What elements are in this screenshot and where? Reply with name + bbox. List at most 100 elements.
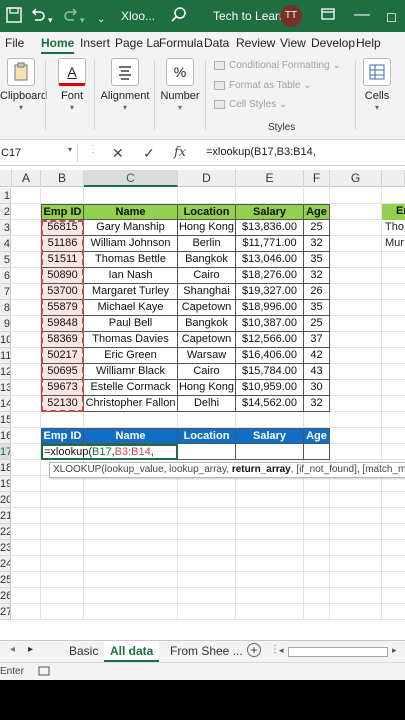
column-header-overflow[interactable] [382,170,405,187]
row-header-17[interactable]: 17 [0,444,11,460]
chevron-down-icon[interactable]: ▾ [68,145,72,154]
drag-handle-icon[interactable]: ⋮ [88,144,98,155]
table-cell[interactable]: 50217 [41,348,84,364]
table-cell[interactable]: Williamr Black [84,364,178,380]
side-table-cell[interactable]: Tho [385,221,404,233]
side-table-header[interactable]: Em [382,204,405,220]
table-cell[interactable]: $13,836.00 [236,220,304,236]
column-header-g[interactable]: G [330,170,382,187]
name-box[interactable]: C17 [0,144,78,162]
table-cell[interactable]: $15,784.00 [236,364,304,380]
table-cell[interactable]: 59673 [41,380,84,396]
avatar[interactable]: TT [280,5,302,27]
horizontal-scrollbar[interactable] [288,647,388,657]
lookup-result-cell[interactable] [178,444,236,460]
column-header-e[interactable]: E [236,170,304,187]
table-cell[interactable]: Thomas Bettle [84,252,178,268]
table-cell[interactable]: Shanghai [178,284,236,300]
table-cell[interactable]: 32 [304,268,330,284]
table-cell[interactable]: 43 [304,364,330,380]
row-header-20[interactable]: 20 [0,492,11,508]
table-cell[interactable]: Michael Kaye [84,300,178,316]
table-cell[interactable]: 32 [304,236,330,252]
table-cell[interactable]: 37 [304,332,330,348]
table-cell[interactable]: Bangkok [178,252,236,268]
select-all-corner[interactable] [0,170,12,187]
table-header-cell[interactable]: Location [178,204,236,220]
table-cell[interactable]: $19,327.00 [236,284,304,300]
table-cell[interactable]: $10,959.00 [236,380,304,396]
tab-file[interactable]: File [5,36,24,50]
active-cell-editor[interactable]: =xlookup(B17,B3:B14, [41,444,178,460]
table-cell[interactable]: 25 [304,316,330,332]
table-cell[interactable]: $11,771.00 [236,236,304,252]
tab-help[interactable]: Help [356,36,381,50]
hscroll-left-icon[interactable]: ◂ [279,645,284,656]
tab-formulas[interactable]: Formula [159,36,203,50]
table-cell[interactable]: 50695 [41,364,84,380]
row-header-3[interactable]: 3 [0,220,11,236]
table-cell[interactable]: 53700 [41,284,84,300]
table-cell[interactable]: $18,996.00 [236,300,304,316]
table-cell[interactable]: 35 [304,300,330,316]
table-cell[interactable]: Cairo [178,364,236,380]
table-header-cell[interactable]: Age [304,204,330,220]
row-header-24[interactable]: 24 [0,556,11,572]
cell-styles-button[interactable]: Cell Styles ⌄ [214,99,287,110]
row-header-8[interactable]: 8 [0,300,11,316]
table-cell[interactable]: Warsaw [178,348,236,364]
row-header-12[interactable]: 12 [0,364,11,380]
row-header-25[interactable]: 25 [0,572,11,588]
lookup-header-cell[interactable]: Age [304,428,330,444]
row-header-1[interactable]: 1 [0,188,11,204]
cancel-icon[interactable]: ✕ [112,144,124,162]
chevron-down-icon[interactable]: ⌄ [97,10,105,30]
table-cell[interactable]: 58369 [41,332,84,348]
lookup-header-cell[interactable]: Salary [236,428,304,444]
side-table-cell[interactable]: Mur [385,237,404,249]
enter-check-icon[interactable]: ✓ [143,144,155,162]
tab-data[interactable]: Data [204,36,229,50]
row-header-5[interactable]: 5 [0,252,11,268]
function-tooltip[interactable]: XLOOKUP(lookup_value, lookup_array, retu… [49,462,405,478]
table-cell[interactable]: 26 [304,284,330,300]
table-cell[interactable]: 30 [304,380,330,396]
table-cell[interactable]: 32 [304,396,330,412]
tab-developer[interactable]: Develop [311,36,355,50]
table-cell[interactable]: William Johnson [84,236,178,252]
undo-icon[interactable] [29,6,47,30]
table-header-cell[interactable]: Salary [236,204,304,220]
table-cell[interactable]: Delhi [178,396,236,412]
table-cell[interactable]: Christopher Fallon [84,396,178,412]
table-cell[interactable]: $14,562.00 [236,396,304,412]
number-group[interactable]: % Number ▾ [159,58,201,112]
column-header-b[interactable]: B [41,170,84,187]
table-cell[interactable]: $13,046.00 [236,252,304,268]
sheet-tab-all-data[interactable]: All data [104,641,160,662]
table-cell[interactable]: 56815 [41,220,84,236]
insert-function-icon[interactable]: fx [174,144,186,162]
account-name[interactable]: Tech to Learn [213,9,286,23]
alignment-group[interactable]: Alignment ▾ [99,58,151,112]
sheet-tab-basic[interactable]: Basic [69,644,98,658]
table-cell[interactable]: Gary Manship [84,220,178,236]
table-cell[interactable]: Paul Bell [84,316,178,332]
column-header-a[interactable]: A [12,170,41,187]
redo-dropdown-icon[interactable]: ▾ [80,10,85,30]
tab-home[interactable]: Home [41,36,75,55]
table-cell[interactable]: Capetown [178,332,236,348]
table-cell[interactable]: 59848 [41,316,84,332]
table-cell[interactable]: $12,566.00 [236,332,304,348]
table-header-cell[interactable]: Emp ID [41,204,84,220]
cells-group[interactable]: Cells ▾ [362,58,392,112]
table-cell[interactable]: 52130 [41,396,84,412]
table-cell[interactable]: 35 [304,252,330,268]
row-header-9[interactable]: 9 [0,316,11,332]
redo-icon[interactable] [62,6,80,30]
row-header-21[interactable]: 21 [0,508,11,524]
conditional-formatting-button[interactable]: Conditional Formatting ⌄ [214,60,341,71]
hscroll-right-icon[interactable]: ▸ [392,645,397,656]
row-header-19[interactable]: 19 [0,476,11,492]
accessibility-icon[interactable] [38,665,50,680]
tab-view[interactable]: View [280,36,306,50]
